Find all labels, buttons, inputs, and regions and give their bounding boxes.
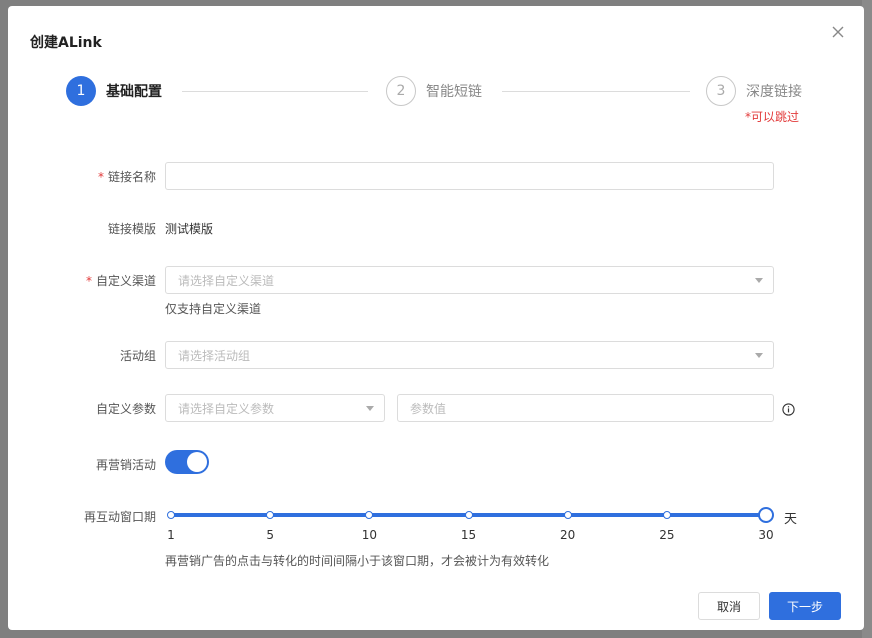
info-icon[interactable]: [782, 401, 795, 416]
slider-stop[interactable]: [266, 511, 275, 519]
slider-tick-label: 20: [560, 528, 576, 542]
slider-tick-label: 15: [460, 528, 477, 542]
create-alink-dialog: 创建ALink 1 基础配置 2 智能短链 3 深度链接 *可以跳过 * 链接名称…: [8, 6, 864, 630]
slider-stop[interactable]: [365, 511, 374, 519]
link-template-label: 链接模版: [107, 222, 156, 236]
slider-tick-label: 5: [266, 528, 274, 542]
slider-stop[interactable]: [167, 511, 175, 519]
step-connector: [502, 91, 690, 92]
slider-tick-label: 30: [758, 528, 774, 542]
step-1: 1 基础配置: [66, 76, 162, 106]
step-number: 1: [66, 76, 96, 106]
link-name-input[interactable]: [165, 162, 774, 190]
slider-stop[interactable]: [662, 511, 671, 519]
window-period-hint: 再营销广告的点击与转化的时间间隔小于该窗口期，才会被计为有效转化: [165, 554, 550, 568]
remarketing-label: 再营销活动: [95, 458, 156, 472]
step-label: 深度链接: [746, 84, 802, 100]
window-period-label: 再互动窗口期: [83, 510, 156, 524]
slider-tick-label: 1: [167, 528, 175, 542]
step-skip-note: *可以跳过: [745, 110, 800, 124]
select-placeholder: 请选择自定义参数: [178, 401, 275, 416]
chevron-down-icon: [755, 353, 763, 358]
next-button[interactable]: 下一步: [769, 592, 841, 620]
cancel-button[interactable]: 取消: [698, 592, 760, 620]
chevron-down-icon: [366, 406, 374, 411]
activity-group-select[interactable]: 请选择活动组: [165, 341, 774, 369]
slider-tick-label: 10: [361, 528, 377, 542]
close-icon[interactable]: [830, 24, 846, 40]
window-period-unit: 天: [784, 512, 798, 527]
step-connector: [182, 91, 368, 92]
slider-handle[interactable]: [758, 507, 774, 523]
step-number: 3: [706, 76, 736, 106]
chevron-down-icon: [755, 278, 763, 283]
required-mark: *: [97, 170, 104, 184]
step-label: 基础配置: [106, 84, 162, 100]
link-template-value: 测试模版: [165, 222, 214, 236]
step-label: 智能短链: [426, 84, 482, 100]
step-number: 2: [386, 76, 416, 106]
step-3: 3 深度链接: [706, 76, 802, 106]
step-2: 2 智能短链: [386, 76, 482, 106]
select-placeholder: 请选择自定义渠道: [178, 273, 275, 288]
param-value-input[interactable]: 参数值: [397, 394, 774, 422]
toggle-knob: [187, 452, 207, 472]
custom-params-label: 自定义参数: [95, 402, 156, 416]
dialog-title: 创建ALink: [30, 35, 102, 51]
custom-channel-label: * 自定义渠道: [85, 274, 156, 288]
slider-tick-label: 25: [659, 528, 675, 542]
custom-channel-select[interactable]: 请选择自定义渠道: [165, 266, 774, 294]
custom-channel-hint: 仅支持自定义渠道: [165, 302, 262, 316]
custom-params-select[interactable]: 请选择自定义参数: [165, 394, 385, 422]
activity-group-label: 活动组: [119, 349, 156, 363]
link-name-label: * 链接名称: [97, 170, 156, 184]
input-placeholder: 参数值: [410, 401, 447, 416]
slider-stop[interactable]: [563, 511, 572, 519]
steps-progress: 1 基础配置 2 智能短链 3 深度链接 *可以跳过: [66, 76, 806, 136]
slider-stop[interactable]: [464, 511, 473, 519]
select-placeholder: 请选择活动组: [178, 348, 251, 363]
remarketing-toggle[interactable]: [165, 450, 209, 474]
required-mark: *: [85, 274, 92, 288]
window-period-slider[interactable]: 1 5 10 15 20 25 30: [165, 506, 775, 546]
